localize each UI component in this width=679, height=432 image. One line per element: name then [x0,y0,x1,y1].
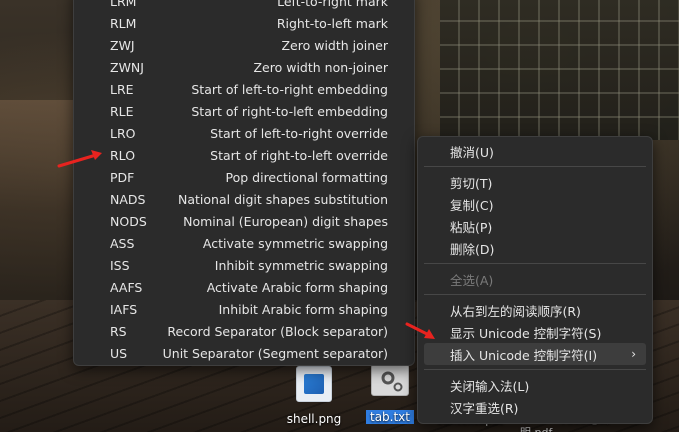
menu-item-iafs[interactable]: IAFS Inhibit Arabic form shaping [74,298,414,320]
menu-item-show-unicode-control[interactable]: 显示 Unicode 控制字符(S) [424,321,646,343]
menu-item-code: ISS [110,257,130,273]
menu-item-zwj[interactable]: ZWJ Zero width joiner [74,34,414,56]
menu-item-nads[interactable]: NADS National digit shapes substitution [74,188,414,210]
menu-item-rle[interactable]: RLE Start of right-to-left embedding [74,100,414,122]
menu-item-code: ZWJ [110,37,135,53]
chevron-right-icon: › [631,347,636,361]
menu-item-copy[interactable]: 复制(C) [424,193,646,215]
menu-item-description: Record Separator (Block separator) [167,323,388,339]
menu-item-description: Pop directional formatting [225,169,388,185]
menu-item-lre[interactable]: LRE Start of left-to-right embedding [74,78,414,100]
menu-item-code: RLO [110,147,136,163]
menu-item-code: RS [110,323,127,339]
menu-item-description: Start of left-to-right override [210,125,388,141]
image-file-icon [296,366,332,402]
menu-item-code: LRO [110,125,136,141]
unicode-control-submenu: LRM Left-to-right mark RLM Right-to-left m… [73,0,415,366]
menu-item-ass[interactable]: ASS Activate symmetric swapping [74,232,414,254]
menu-item-insert-unicode-control[interactable]: 插入 Unicode 控制字符(I) › [424,343,646,365]
menu-item-select-all: 全选(A) [450,272,494,288]
desktop-icon-shell-png[interactable]: shell.png [282,366,346,426]
menu-item-description: Inhibit symmetric swapping [214,257,388,273]
menu-item-reconversion[interactable]: 汉字重选(R) [424,396,646,418]
gear-icon [381,371,403,392]
desktop-icon-label: shell.png [286,412,342,426]
menu-item-description: Activate symmetric swapping [202,235,388,251]
menu-item-description: Left-to-right mark [277,0,388,9]
desktop-icon-label-fragment: 明.pdf [520,424,552,432]
menu-item-code: PDF [110,169,135,185]
menu-item-iss[interactable]: ISS Inhibit symmetric swapping [74,254,414,276]
menu-separator [424,263,646,264]
menu-item-close-ime[interactable]: 关闭输入法(L) [424,374,646,396]
menu-item-code: IAFS [110,301,138,317]
menu-item-description: Zero width joiner [281,37,388,53]
menu-item-lro[interactable]: LRO Start of left-to-right override [74,122,414,144]
wallpaper-window-detail [440,0,679,140]
menu-item-delete[interactable]: 删除(D) [424,237,646,259]
menu-item-aafs[interactable]: AAFS Activate Arabic form shaping [74,276,414,298]
menu-item-code: AAFS [110,279,143,295]
menu-item-label: 插入 Unicode 控制字符(I) [450,347,598,363]
menu-item-nods[interactable]: NODS Nominal (European) digit shapes [74,210,414,232]
menu-item-rlm[interactable]: RLM Right-to-left mark [74,12,414,34]
menu-item-description: Nominal (European) digit shapes [183,213,388,229]
settings-file-icon [371,364,409,396]
menu-item-code: RLM [110,15,137,31]
menu-item-lrm[interactable]: LRM Left-to-right mark [74,0,414,12]
menu-item-code: ASS [110,235,135,251]
menu-separator [424,166,646,167]
menu-item-code: NODS [110,213,147,229]
menu-item-rs[interactable]: RS Record Separator (Block separator) [74,320,414,342]
menu-item-cut[interactable]: 剪切(T) [424,171,646,193]
menu-item-code: ZWNJ [110,59,144,75]
menu-item-code: NADS [110,191,146,207]
menu-item-description: Right-to-left mark [276,15,388,31]
menu-item-description: Inhibit Arabic form shaping [218,301,388,317]
menu-item-code: LRE [110,81,134,97]
menu-item-description: National digit shapes substitution [178,191,388,207]
menu-separator [424,369,646,370]
menu-item-description: Start of left-to-right embedding [191,81,388,97]
menu-item-undo[interactable]: 撤消(U) [424,140,646,162]
menu-item-rlo[interactable]: RLO Start of right-to-left override [74,144,414,166]
menu-item-description: Unit Separator (Segment separator) [162,345,388,361]
desktop-icon-label-editing[interactable]: tab.txt [365,410,414,424]
edit-context-menu: 撤消(U) 剪切(T) 复制(C) 粘贴(P) 删除(D) 全选(A) 从右到左… [417,136,653,424]
menu-item-paste[interactable]: 粘贴(P) [424,215,646,237]
menu-item-us[interactable]: US Unit Separator (Segment separator) [74,342,414,364]
menu-item-zwnj[interactable]: ZWNJ Zero width non-joiner [74,56,414,78]
menu-item-description: Zero width non-joiner [253,59,388,75]
menu-item-description: Activate Arabic form shaping [206,279,388,295]
menu-item-description: Start of right-to-left override [210,147,388,163]
menu-item-code: US [110,345,128,361]
menu-item-code: RLE [110,103,134,119]
menu-item-code: LRM [110,0,137,9]
menu-separator [424,294,646,295]
menu-item-rtl-reading-order[interactable]: 从右到左的阅读顺序(R) [424,299,646,321]
desktop-icon-tab-txt[interactable]: tab.txt [358,364,422,425]
menu-item-description: Start of right-to-left embedding [191,103,388,119]
menu-item-pdf[interactable]: PDF Pop directional formatting [74,166,414,188]
